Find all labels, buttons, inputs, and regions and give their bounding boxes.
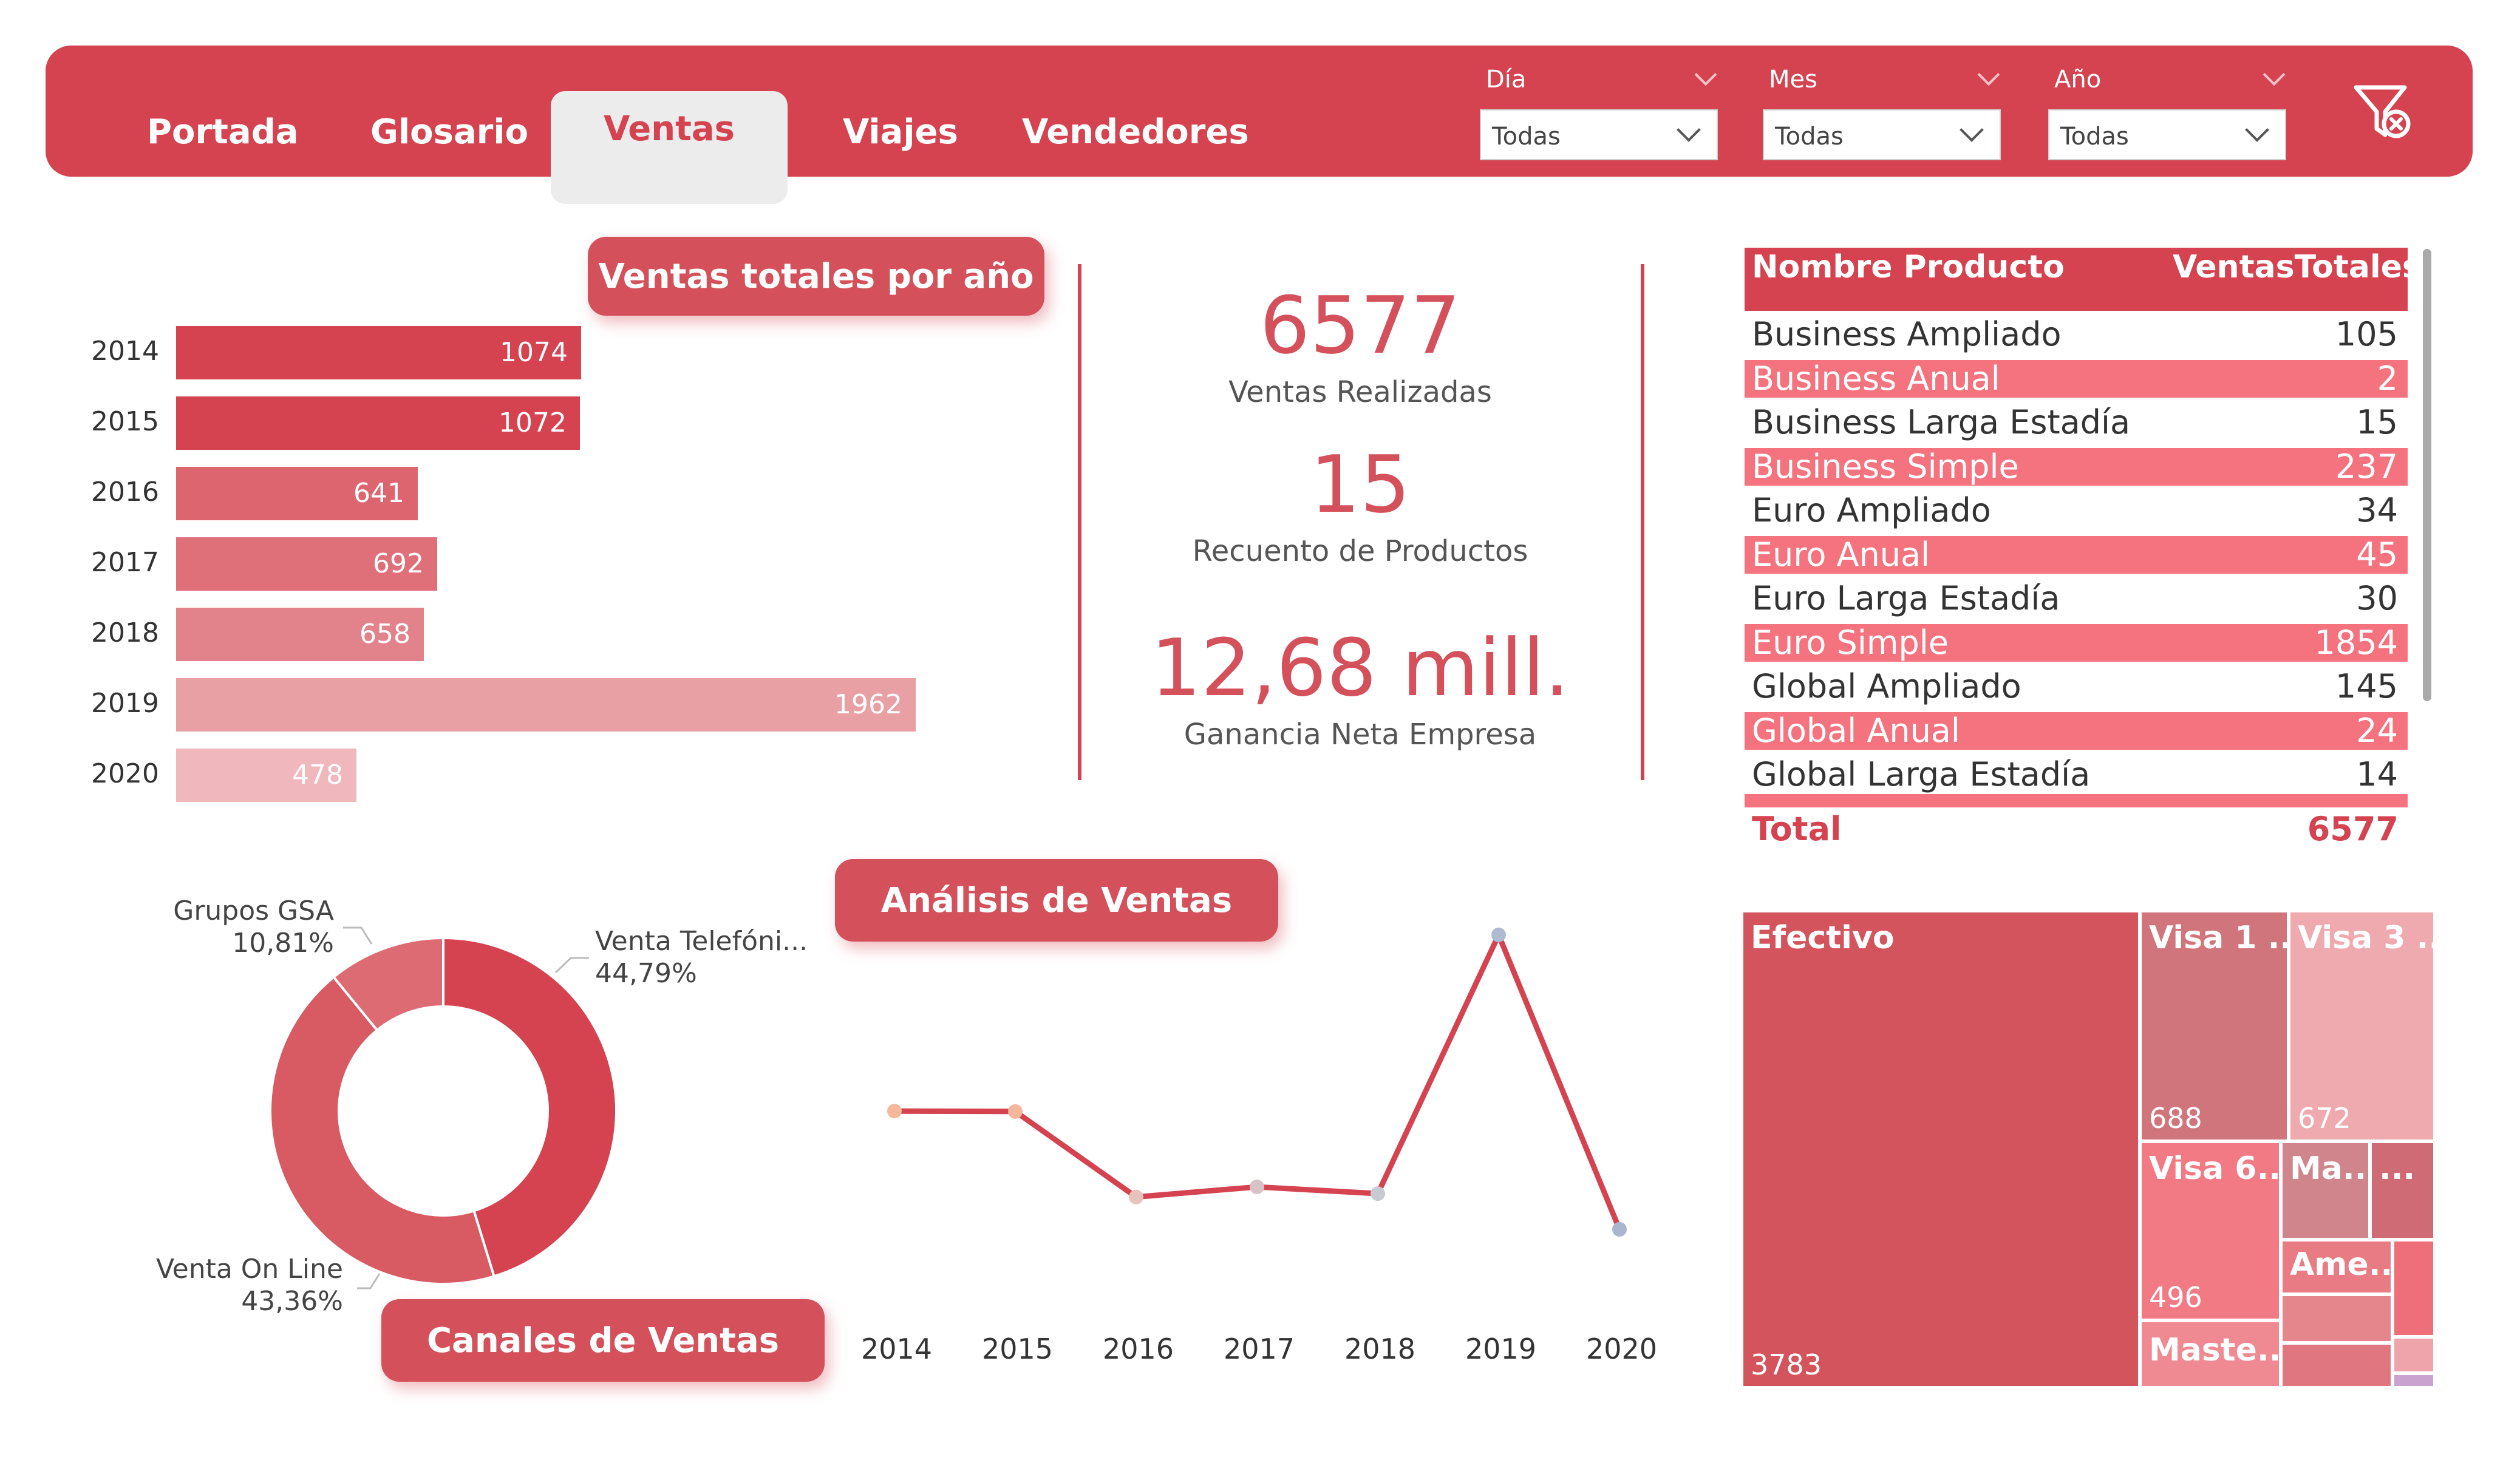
table-cell-name: Euro Larga Estadía	[1752, 579, 2060, 617]
treemap-tile-visa3[interactable]: Visa 3 ... 672	[2289, 911, 2453, 1141]
table-cell-value: 105	[2335, 315, 2398, 353]
treemap-tile-ma[interactable]: Ma...	[2281, 1141, 2379, 1240]
table-header-ventas[interactable]: VentasTotales	[2173, 249, 2421, 285]
filter-clear-icon[interactable]	[2349, 79, 2416, 146]
treemap-tile-visa6[interactable]: Visa 6... 496	[2140, 1141, 2293, 1320]
chevron-down-icon	[2245, 118, 2269, 142]
line-point[interactable]	[1612, 1222, 1627, 1237]
line-x-tick-label: 2018	[1344, 1333, 1416, 1365]
treemap-tile-amex[interactable]: Ame...	[2281, 1240, 2405, 1294]
table-cell-value: 1854	[2314, 623, 2398, 662]
treemap-tile-label: Ame...	[2290, 1246, 2405, 1283]
table-row[interactable]: Euro Anual 45	[1745, 535, 2408, 574]
treemap-tile-mastercard[interactable]: Maste...	[2140, 1320, 2293, 1388]
treemap-tile-more[interactable]: ...	[2370, 1141, 2435, 1240]
filter-anio-value: Todas	[2060, 123, 2129, 151]
line-x-tick-label: 2015	[982, 1333, 1054, 1365]
treemap-tile-label: Visa 3 ...	[2298, 920, 2453, 956]
line-x-tick-label: 2020	[1586, 1333, 1658, 1365]
table-row-partial	[1745, 794, 2408, 807]
line-point[interactable]	[887, 1104, 902, 1119]
table-total-value: 6577	[2307, 810, 2399, 848]
line-x-tick-label: 2019	[1465, 1333, 1537, 1365]
table-cell-name: Euro Simple	[1752, 623, 1949, 662]
line-point[interactable]	[1491, 928, 1506, 942]
table-cell-name: Global Anual	[1752, 711, 1960, 750]
table-cell-name: Global Larga Estadía	[1752, 755, 2091, 793]
treemap-tile-label: Visa 6...	[2149, 1150, 2293, 1187]
table-row[interactable]: Business Simple 237	[1745, 447, 2408, 486]
table-cell-value: 2	[2377, 359, 2398, 398]
table-cell-value: 15	[2356, 403, 2398, 441]
line-x-tick-label: 2017	[1224, 1333, 1295, 1365]
table-cell-value: 237	[2335, 447, 2398, 486]
treemap-tile-small5[interactable]	[2392, 1373, 2435, 1388]
treemap-tile-label: ...	[2379, 1150, 2416, 1187]
table-scrollbar[interactable]	[2423, 249, 2431, 701]
filter-mes-select[interactable]: Todas	[1763, 109, 2001, 160]
table-row[interactable]: Business Anual 2	[1745, 359, 2408, 398]
table-cell-value: 45	[2356, 535, 2398, 574]
filter-anio-select[interactable]: Todas	[2048, 109, 2286, 160]
table-row[interactable]: Global Ampliado 145	[1745, 668, 2408, 705]
line-point[interactable]	[1250, 1180, 1264, 1195]
table-cell-value: 145	[2335, 667, 2398, 705]
filter-mes-value: Todas	[1775, 123, 1844, 151]
treemap-tile-small4[interactable]	[2392, 1337, 2435, 1373]
line-point[interactable]	[1371, 1186, 1385, 1201]
treemap-tile-small3[interactable]	[2392, 1240, 2435, 1337]
treemap-tile-efectivo[interactable]: Efectivo 3783	[1742, 911, 2140, 1388]
treemap-tile-small1[interactable]	[2281, 1294, 2392, 1343]
table-cell-name: Business Ampliado	[1752, 315, 2062, 353]
table-total-label: Total	[1752, 810, 1842, 848]
treemap-tile-small2[interactable]	[2281, 1343, 2392, 1388]
table-cell-name: Euro Ampliado	[1752, 491, 1991, 529]
treemap-tile-value: 688	[2149, 1102, 2202, 1135]
line-point[interactable]	[1008, 1104, 1023, 1119]
line-x-tick-label: 2014	[861, 1333, 933, 1365]
table-cell-value: 34	[2356, 491, 2398, 529]
treemap-tile-value: 3783	[1751, 1348, 1822, 1381]
table-cell-value: 30	[2356, 579, 2398, 617]
line-chart-analisis	[887, 928, 1627, 1237]
table-cell-value: 24	[2356, 711, 2398, 750]
filter-anio-label: Año	[2054, 66, 2102, 93]
treemap-tile-label: Ma...	[2290, 1150, 2379, 1187]
table-cell-name: Business Anual	[1752, 359, 2000, 398]
treemap-tile-value: 496	[2149, 1281, 2202, 1314]
table-row[interactable]: Business Ampliado 105	[1745, 316, 2408, 353]
table-cell-name: Euro Anual	[1752, 535, 1930, 574]
treemap-tile-label: Visa 1 ...	[2149, 920, 2304, 956]
table-row[interactable]: Euro Simple 1854	[1745, 623, 2408, 662]
treemap-tile-visa1[interactable]: Visa 1 ... 688	[2140, 911, 2304, 1141]
table-row[interactable]: Euro Ampliado 34	[1745, 492, 2408, 529]
table-row[interactable]: Global Larga Estadía 14	[1745, 756, 2408, 793]
table-cell-name: Business Simple	[1752, 447, 2019, 486]
chevron-down-icon	[1960, 118, 1984, 142]
treemap-tile-value: 672	[2298, 1102, 2351, 1135]
filter-mes-label: Mes	[1769, 66, 1817, 93]
line-point[interactable]	[1129, 1189, 1143, 1204]
line-x-tick-label: 2016	[1103, 1333, 1174, 1365]
treemap-tile-label: Efectivo	[1751, 920, 1895, 956]
treemap-payment: Efectivo 3783 Visa 1 ... 688 Visa 3 ... …	[1742, 911, 2453, 1388]
table-cell-value: 14	[2356, 755, 2398, 793]
table-cell-name: Business Larga Estadía	[1752, 403, 2131, 441]
table-row[interactable]: Global Anual 24	[1745, 712, 2408, 750]
table-cell-name: Global Ampliado	[1752, 667, 2021, 705]
table-header-nombre[interactable]: Nombre Producto	[1752, 249, 2065, 285]
table-row[interactable]: Business Larga Estadía 15	[1745, 404, 2408, 441]
table-row[interactable]: Euro Larga Estadía 30	[1745, 580, 2408, 617]
treemap-tile-label: Maste...	[2149, 1332, 2294, 1368]
